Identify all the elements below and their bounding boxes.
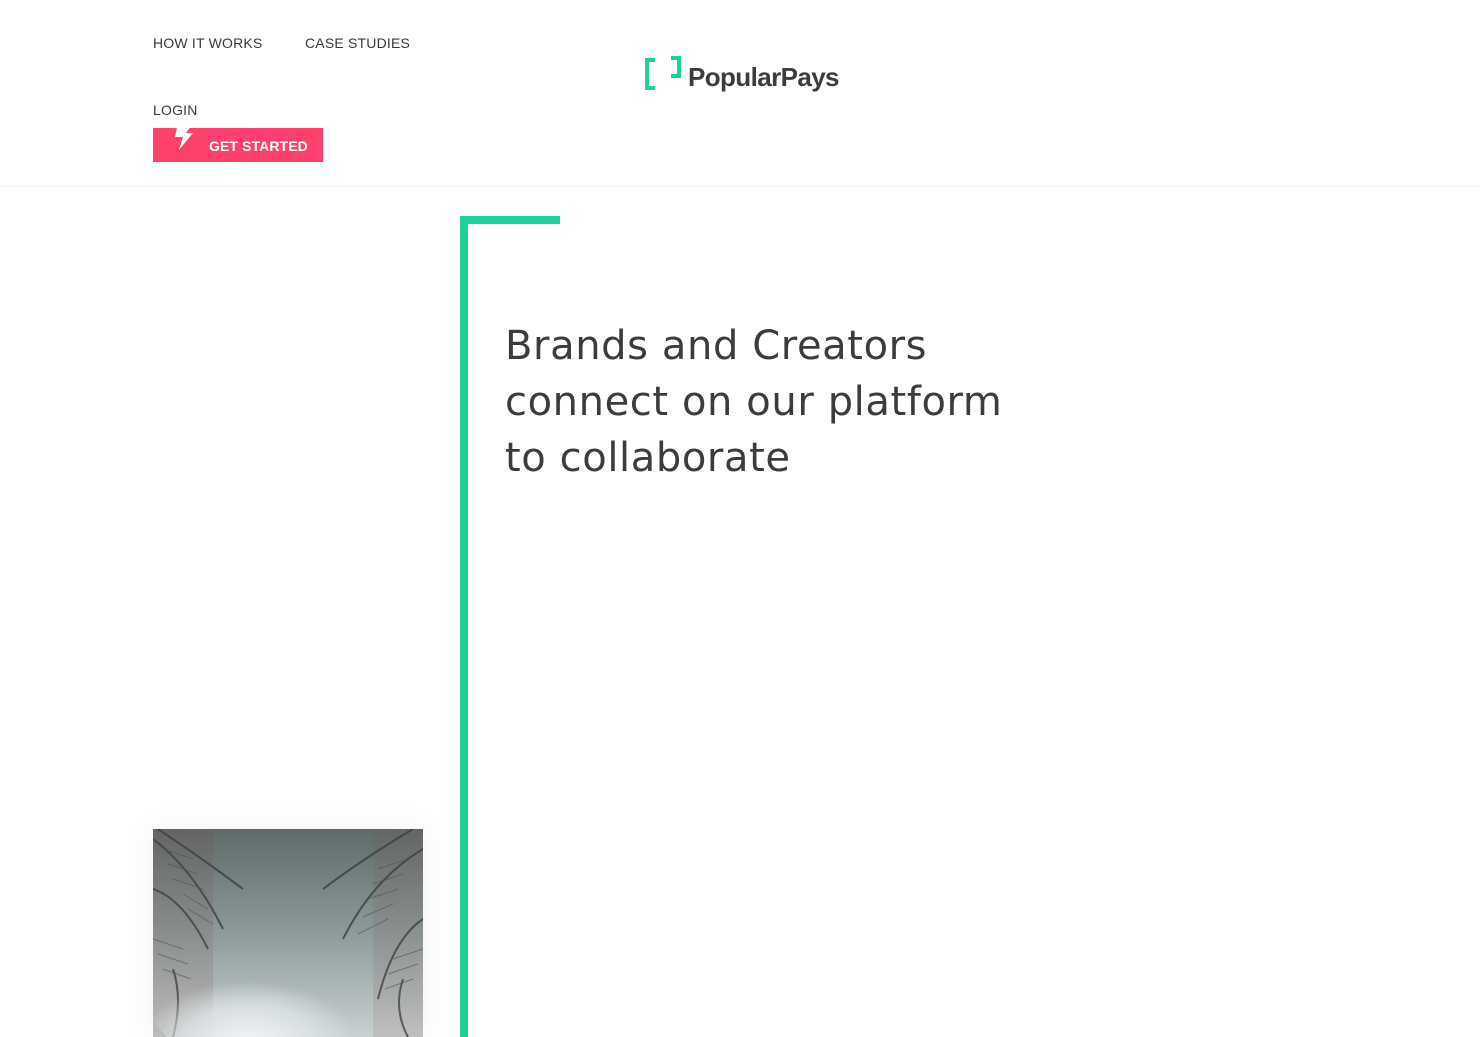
site-header: HOW IT WORKS CASE STUDIES LOGIN GET STAR… — [0, 0, 1480, 187]
hero-headline-line-1: Brands and Creators — [505, 323, 928, 369]
hero-headline-line-2: connect on our platform — [505, 379, 1003, 425]
palm-trees-photo — [153, 829, 423, 1037]
popularpays-logo[interactable]: PopularPays — [643, 54, 843, 94]
nav-case-studies[interactable]: CASE STUDIES — [305, 35, 410, 51]
get-started-label: GET STARTED — [209, 138, 308, 154]
accent-bar-vertical — [460, 216, 468, 1037]
get-started-button[interactable]: GET STARTED — [153, 122, 323, 162]
lightning-bolt-icon — [172, 122, 196, 152]
hero-headline-line-3: to collaborate — [505, 435, 791, 481]
logo-wordmark: PopularPays — [688, 62, 840, 92]
page: HOW IT WORKS CASE STUDIES LOGIN GET STAR… — [0, 0, 1480, 1037]
nav-login[interactable]: LOGIN — [153, 102, 198, 118]
accent-bar-horizontal — [460, 216, 560, 224]
hero-headline: Brands and Creators connect on our platf… — [505, 318, 1005, 486]
nav-how-it-works[interactable]: HOW IT WORKS — [153, 35, 262, 51]
bracket-logo-icon — [645, 56, 681, 90]
